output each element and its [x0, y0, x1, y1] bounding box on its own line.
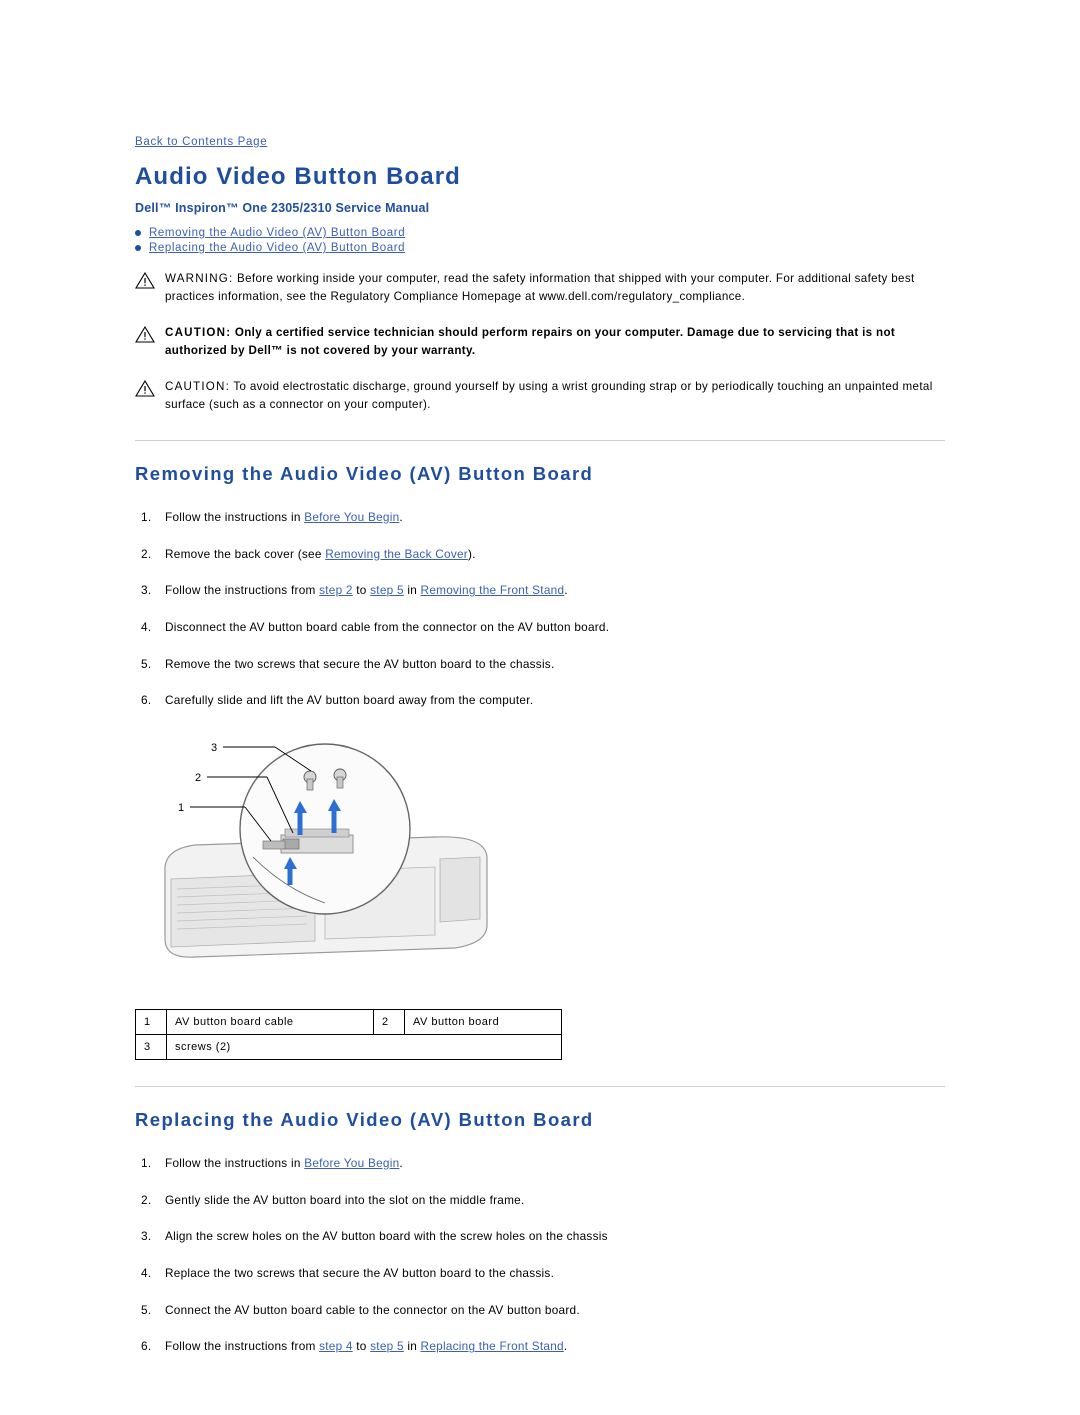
list-item: Follow the instructions in Before You Be… [135, 1155, 945, 1173]
step-text-end: . [564, 583, 568, 598]
step-text: Replace the two screws that secure the A… [165, 1266, 555, 1280]
legend-label: AV button board [404, 1008, 562, 1035]
step-text-end: ). [467, 546, 476, 561]
table-row: 1 AV button board cable 2 AV button boar… [135, 1008, 562, 1035]
list-item: Align the screw holes on the AV button b… [135, 1228, 945, 1246]
step-text: Follow the instructions from [165, 583, 320, 598]
bullet-icon [135, 230, 141, 236]
caution-text: CAUTION: To avoid electrostatic discharg… [165, 378, 945, 414]
table-row: 3 screws (2) [135, 1033, 562, 1060]
link-step-4[interactable]: step 4 [319, 1339, 353, 1353]
list-item: Follow the instructions in Before You Be… [135, 509, 945, 527]
step-text: Disconnect the AV button board cable fro… [165, 619, 610, 634]
callout-2: 2 [195, 772, 201, 784]
link-step-2[interactable]: step 2 [319, 583, 353, 597]
link-step-5[interactable]: step 5 [370, 583, 404, 597]
caution-text: CAUTION: Only a certified service techni… [165, 324, 945, 360]
legend-label: AV button board cable [166, 1008, 374, 1035]
caution-notice-esd: CAUTION: To avoid electrostatic discharg… [135, 378, 945, 414]
caution-body: To avoid electrostatic discharge, ground… [165, 379, 933, 411]
callout-1: 1 [178, 802, 184, 814]
link-replacing-front-stand[interactable]: Replacing the Front Stand [421, 1339, 564, 1353]
step-text: Follow the instructions in [165, 1155, 305, 1170]
list-item: Gently slide the AV button board into th… [135, 1192, 945, 1210]
toc-item[interactable]: Replacing the Audio Video (AV) Button Bo… [135, 242, 945, 254]
toc-link-removing[interactable]: Removing the Audio Video (AV) Button Boa… [149, 227, 405, 239]
section-divider [135, 1085, 945, 1087]
step-text-mid2: in [403, 1339, 421, 1354]
step-text-mid: to [352, 583, 371, 598]
step-text: Align the screw holes on the AV button b… [165, 1229, 608, 1244]
callout-3: 3 [211, 742, 217, 754]
toc-item[interactable]: Removing the Audio Video (AV) Button Boa… [135, 227, 945, 239]
table-of-contents: Removing the Audio Video (AV) Button Boa… [135, 227, 945, 254]
step-text: Remove the two screws that secure the AV… [165, 656, 555, 671]
warning-text: WARNING: Before working inside your comp… [165, 270, 945, 306]
step-text-end: . [399, 509, 403, 524]
caution-body: Only a certified service technician shou… [165, 325, 896, 357]
link-before-you-begin[interactable]: Before You Begin [304, 510, 399, 524]
step-text: Follow the instructions from [165, 1339, 320, 1354]
link-removing-back-cover[interactable]: Removing the Back Cover [325, 547, 468, 561]
list-item: Disconnect the AV button board cable fro… [135, 619, 945, 637]
caution-label: CAUTION: [165, 379, 230, 393]
step-text-mid: to [352, 1339, 371, 1354]
step-text-end: . [399, 1155, 403, 1170]
document-page: Back to Contents Page Audio Video Button… [0, 0, 1080, 1415]
link-before-you-begin[interactable]: Before You Begin [304, 1156, 399, 1170]
figure-illustration: 3 2 1 [164, 742, 488, 958]
replacing-section-heading: Replacing the Audio Video (AV) Button Bo… [135, 1108, 594, 1130]
replacing-steps-list: Follow the instructions in Before You Be… [135, 1155, 945, 1356]
step-text: Follow the instructions in [165, 509, 305, 524]
list-item: Remove the back cover (see Removing the … [135, 546, 945, 564]
bullet-icon [135, 245, 141, 251]
step-text: Remove the back cover (see [165, 546, 326, 561]
removing-section-heading: Removing the Audio Video (AV) Button Boa… [135, 462, 594, 484]
av-button-board-figure: 3 2 1 [135, 729, 945, 989]
warning-body: Before working inside your computer, rea… [165, 272, 915, 303]
step-text-mid2: in [403, 583, 421, 598]
section-divider [135, 439, 945, 441]
step-text: Carefully slide and lift the AV button b… [165, 693, 534, 708]
legend-number: 1 [135, 1008, 167, 1035]
warning-notice: WARNING: Before working inside your comp… [135, 270, 945, 306]
toc-link-replacing[interactable]: Replacing the Audio Video (AV) Button Bo… [149, 242, 405, 254]
list-item: Follow the instructions from step 2 to s… [135, 582, 945, 600]
link-removing-front-stand[interactable]: Removing the Front Stand [421, 583, 565, 597]
warning-label: WARNING: [165, 272, 234, 285]
legend-number: 2 [373, 1008, 405, 1035]
link-step-5[interactable]: step 5 [370, 1339, 404, 1353]
list-item: Replace the two screws that secure the A… [135, 1265, 945, 1283]
caution-notice-certified: CAUTION: Only a certified service techni… [135, 324, 945, 360]
list-item: Follow the instructions from step 4 to s… [135, 1338, 945, 1356]
warning-triangle-icon [135, 270, 157, 289]
legend-number: 3 [135, 1033, 167, 1060]
list-item: Remove the two screws that secure the AV… [135, 656, 945, 674]
caution-label: CAUTION: [165, 325, 232, 339]
step-text-end: . [563, 1339, 568, 1354]
page-title: Audio Video Button Board [135, 163, 461, 190]
step-text: Connect the AV button board cable to the… [165, 1302, 580, 1317]
figure-legend-table: 1 AV button board cable 2 AV button boar… [135, 1008, 562, 1060]
legend-label: screws (2) [166, 1033, 562, 1060]
back-to-contents-link[interactable]: Back to Contents Page [135, 136, 267, 148]
manual-subtitle: Dell™ Inspiron™ One 2305/2310 Service Ma… [135, 201, 430, 215]
caution-triangle-icon [135, 378, 157, 397]
list-item: Connect the AV button board cable to the… [135, 1302, 945, 1320]
removing-steps-list: Follow the instructions in Before You Be… [135, 509, 945, 710]
step-text: Gently slide the AV button board into th… [165, 1192, 525, 1207]
list-item: Carefully slide and lift the AV button b… [135, 692, 945, 710]
caution-triangle-icon [135, 324, 157, 343]
